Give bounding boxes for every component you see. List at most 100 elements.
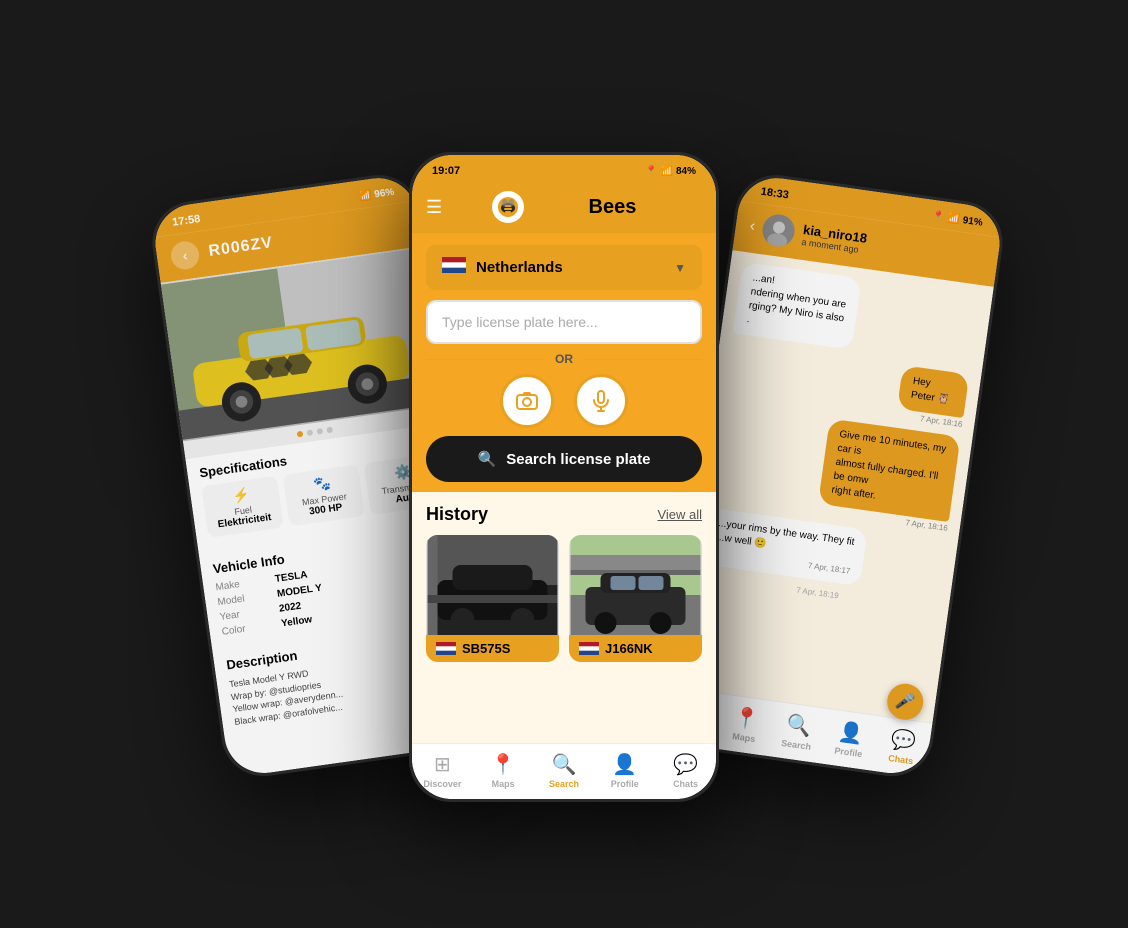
view-all-link[interactable]: View all xyxy=(657,507,702,522)
color-label: Color xyxy=(221,621,262,637)
search-section: Netherlands ▼ Type license plate here...… xyxy=(412,233,716,492)
logo-text: WheelBees xyxy=(530,196,637,219)
camera-button[interactable] xyxy=(500,374,554,428)
menu-icon[interactable]: ☰ xyxy=(426,197,442,218)
right-nav-profile[interactable]: 👤 Profile xyxy=(822,717,879,761)
or-divider: OR xyxy=(426,352,702,366)
history-card-2-image xyxy=(569,535,702,635)
msg-1: ...an!ndering when you arerging? My Niro… xyxy=(733,262,862,350)
search-nav-icon: 🔍 xyxy=(552,752,577,777)
right-search-label: Search xyxy=(781,738,812,752)
msg-4-text: ...your rims by the way. They fit...w we… xyxy=(715,518,855,550)
center-status-icons: 📍 📶 84% xyxy=(645,166,696,177)
chat-messages: ...an!ndering when you arerging? My Niro… xyxy=(671,250,994,722)
dot-2 xyxy=(307,429,314,436)
history-card-1-image xyxy=(426,535,559,635)
right-nav-chats[interactable]: 💬 Chats xyxy=(874,724,931,768)
color-value: Yellow xyxy=(281,614,313,629)
right-status-icons: 📍 📶 91% xyxy=(931,210,983,228)
right-nav-search[interactable]: 🔍 Search xyxy=(770,710,827,754)
right-search-icon: 🔍 xyxy=(785,712,813,740)
dot-4 xyxy=(326,427,333,434)
maps-label: Maps xyxy=(492,779,515,789)
right-profile-label: Profile xyxy=(834,745,863,759)
nav-discover[interactable]: ⊞ Discover xyxy=(416,752,468,789)
right-signal-icon: 📶 xyxy=(947,212,961,225)
dot-1 xyxy=(297,431,304,438)
location-icon: 📍 xyxy=(645,166,657,177)
msg-3-container: Give me 10 minutes, my car isalmost full… xyxy=(783,414,960,533)
model-value: MODEL Y xyxy=(276,583,322,600)
center-bottom-nav: ⊞ Discover 📍 Maps 🔍 Search 👤 Profile 💬 xyxy=(412,743,716,799)
right-battery: 91% xyxy=(962,215,983,229)
voice-fab-icon: 🎤 xyxy=(894,690,917,713)
history-card-2-label: J166NK xyxy=(569,635,702,662)
icon-buttons xyxy=(426,374,702,428)
dropdown-chevron: ▼ xyxy=(674,261,686,275)
msg-2: Hey Peter 🦉 xyxy=(897,365,969,418)
year-value: 2022 xyxy=(278,601,302,615)
search-label: Search xyxy=(549,779,579,789)
history-card-1[interactable]: SB575S xyxy=(426,535,559,662)
center-phone: 19:07 📍 📶 84% ☰ xyxy=(409,152,719,802)
country-selector[interactable]: Netherlands ▼ xyxy=(426,245,702,290)
mic-button[interactable] xyxy=(574,374,628,428)
logo-bees: Bees xyxy=(589,196,637,218)
profile-icon: 👤 xyxy=(612,752,637,777)
year-label: Year xyxy=(219,607,260,623)
fuel-card: ⚡ Fuel Elektriciteit xyxy=(201,476,283,538)
history-section: History View all xyxy=(412,492,716,743)
right-profile-icon: 👤 xyxy=(837,719,865,747)
msg-2-text: Hey Peter 🦉 xyxy=(910,376,950,406)
bee-logo-icon xyxy=(492,191,524,223)
plate-sb575s: SB575S xyxy=(462,641,510,656)
history-card-2[interactable]: J166NK xyxy=(569,535,702,662)
msg-3: Give me 10 minutes, my car isalmost full… xyxy=(818,418,961,522)
nav-maps[interactable]: 📍 Maps xyxy=(477,752,529,789)
msg-2-container: Hey Peter 🦉 7 Apr, 18:16 xyxy=(879,363,970,429)
model-label: Model xyxy=(217,592,258,608)
nav-search[interactable]: 🔍 Search xyxy=(538,752,590,789)
discover-icon: ⊞ xyxy=(434,752,451,777)
power-card: 🐾 Max Power 300 HP xyxy=(283,464,365,526)
chat-avatar xyxy=(761,212,797,248)
history-grid: SB575S xyxy=(426,535,702,662)
logo-wheel: Wheel xyxy=(530,196,589,218)
make-label: Make xyxy=(215,577,256,593)
right-nav-maps[interactable]: 📍 Maps xyxy=(717,702,774,746)
center-status-bar: 19:07 📍 📶 84% xyxy=(412,155,716,183)
center-time: 19:07 xyxy=(432,165,460,177)
search-button[interactable]: 🔍 Search license plate xyxy=(426,436,702,482)
chat-back-button[interactable]: ‹ xyxy=(749,218,757,237)
history-card-1-label: SB575S xyxy=(426,635,559,662)
plate-j166nk: J166NK xyxy=(605,641,653,656)
chats-icon: 💬 xyxy=(673,752,698,777)
right-chats-icon: 💬 xyxy=(889,726,917,754)
app-logo: WheelBees xyxy=(492,191,637,223)
right-maps-icon: 📍 xyxy=(732,704,760,732)
nav-profile[interactable]: 👤 Profile xyxy=(599,752,651,789)
dot-3 xyxy=(316,428,323,435)
right-maps-label: Maps xyxy=(732,731,756,744)
fuel-icon: ⚡ xyxy=(210,483,272,508)
chats-label: Chats xyxy=(673,779,698,789)
search-btn-label: Search license plate xyxy=(506,451,650,468)
msg-3-text: Give me 10 minutes, my car isalmost full… xyxy=(831,429,947,502)
wifi-icon: 📶 xyxy=(661,166,673,177)
nav-chats[interactable]: 💬 Chats xyxy=(660,752,712,789)
battery-left: 96% xyxy=(374,186,395,200)
msg-1-text: ...an!ndering when you arerging? My Niro… xyxy=(746,272,847,325)
history-title: History xyxy=(426,504,488,525)
plate-number: R006ZV xyxy=(208,234,275,261)
battery-center: 84% xyxy=(676,166,696,177)
or-text: OR xyxy=(555,352,573,366)
msg-4-time: 7 Apr, 18:17 xyxy=(713,547,851,577)
discover-label: Discover xyxy=(423,779,461,789)
signal-icon: 📶 xyxy=(358,189,372,202)
back-button[interactable]: ‹ xyxy=(169,240,201,272)
license-plate-input[interactable]: Type license plate here... xyxy=(426,300,702,344)
profile-label: Profile xyxy=(611,779,639,789)
right-chats-label: Chats xyxy=(888,753,914,766)
right-location-icon: 📍 xyxy=(931,210,945,223)
input-placeholder: Type license plate here... xyxy=(442,314,598,330)
